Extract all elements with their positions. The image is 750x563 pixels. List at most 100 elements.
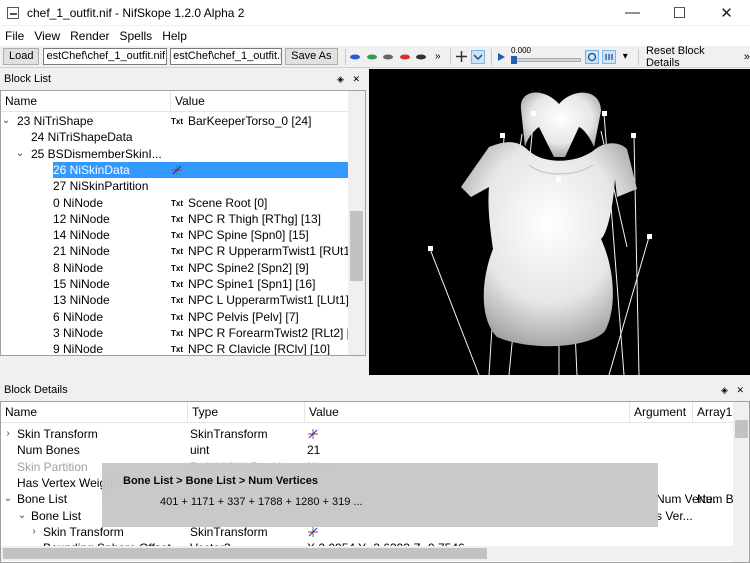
dot-green-icon[interactable] (365, 50, 379, 64)
block-list-row[interactable]: 21 NiNode Txt NPC R UpperarmTwist1 [RUt1] (1, 243, 353, 259)
block-value-text: NPC Spine1 [Spn1] [16] (188, 277, 316, 291)
expand-arrow-icon[interactable]: ⌄ (1, 113, 11, 129)
toolbar-more-icon[interactable]: » (744, 51, 750, 63)
txt-icon: Txt (171, 312, 183, 322)
detail-type: SkinTransform (190, 427, 268, 441)
menu-spells[interactable]: Spells (115, 29, 158, 43)
small-more-icon[interactable]: » (431, 50, 445, 64)
time-slider-handle[interactable] (510, 55, 517, 64)
expand-arrow-icon[interactable]: › (3, 426, 13, 442)
detail-row[interactable]: Num Bones uint 21 (1, 442, 734, 458)
block-list-dock-buttons[interactable]: ◈ ✕ (337, 70, 363, 88)
txt-icon: Txt (171, 296, 183, 306)
block-details-title: Block Details (4, 384, 68, 396)
block-list-scrollbar[interactable] (348, 91, 365, 355)
header-detail-name[interactable]: Name (1, 402, 188, 423)
block-details-hscrollbar[interactable] (1, 546, 733, 561)
block-details-scrollbar[interactable] (733, 402, 749, 562)
maximize-button[interactable]: ☐ (656, 0, 703, 25)
anim-dropdown-icon[interactable]: ▾ (619, 50, 633, 64)
block-name: 27 NiSkinPartition (53, 179, 149, 194)
block-list-row[interactable]: 6 NiNode Txt NPC Pelvis [Pelv] [7] (1, 309, 349, 325)
close-button[interactable]: ✕ (703, 0, 750, 25)
num-vertices-tooltip: Bone List > Bone List > Num Vertices 401… (102, 463, 658, 527)
expand-arrow-icon[interactable]: ⌄ (17, 508, 27, 524)
block-list-row[interactable]: 9 NiNode Txt NPC R Clavicle [RClv] [10] (1, 341, 349, 355)
dot-dark-icon[interactable] (414, 50, 428, 64)
block-value-text: NPC Spine [Spn0] [15] (188, 228, 309, 243)
txt-icon: Txt (171, 280, 183, 289)
expand-arrow-icon[interactable]: ⌄ (3, 491, 13, 507)
expand-arrow-icon[interactable]: › (29, 524, 39, 540)
block-list-row[interactable]: 12 NiNode Txt NPC R Thigh [RThg] [13] (1, 211, 349, 227)
loop-icon[interactable] (585, 49, 599, 64)
switch-icon[interactable] (601, 49, 616, 64)
block-value-text: NPC Pelvis [Pelv] [7] (188, 309, 299, 324)
txt-icon: Txt (171, 247, 183, 257)
block-list-row[interactable]: 3 NiNode Txt NPC R ForearmTwist2 [RLt2] [4 (1, 325, 357, 341)
block-list-row[interactable]: 8 NiNode Txt NPC Spine2 [Spn2] [9] (1, 260, 349, 276)
detail-row[interactable]: › Skin Transform SkinTransform (1, 426, 734, 442)
toolbar-separator (344, 48, 346, 65)
block-list-tree[interactable]: Name Value ⌄ 23 NiTriShape Txt BarKeeperTor… (0, 90, 366, 356)
block-list-row[interactable]: 0 NiNode Txt Scene Root [0] (1, 195, 349, 211)
axes-icon (308, 526, 318, 537)
load-button[interactable]: Load (3, 48, 40, 65)
block-name: 26 NiSkinData (53, 161, 349, 178)
block-value-text: NPC R ForearmTwist2 [RLt2] [4 (188, 325, 357, 340)
reset-block-details-button[interactable]: Reset Block Details (646, 45, 738, 69)
block-list-row[interactable]: 24 NiTriShapeData (1, 129, 349, 145)
minimize-button[interactable]: — (609, 0, 656, 25)
block-value: Txt NPC Spine [Spn0] [15] (171, 227, 309, 243)
play-icon[interactable] (494, 50, 508, 64)
block-list-row[interactable]: 13 NiNode Txt NPC L UpperarmTwist1 [LUt1] (1, 292, 349, 308)
view-dropdown-icon[interactable] (470, 49, 485, 64)
detail-value: 21 (307, 443, 321, 458)
header-value[interactable]: Value (171, 91, 349, 112)
menu-render[interactable]: Render (65, 29, 114, 43)
block-list-dock-title: Block List ◈ ✕ (0, 70, 366, 88)
toolbar-separator (450, 48, 452, 65)
load-path-field[interactable]: estChef\chef_1_outfit.nif (43, 48, 168, 65)
header-name[interactable]: Name (1, 91, 171, 112)
block-details-scroll-thumb[interactable] (735, 420, 748, 438)
block-list-row[interactable]: 15 NiNode Txt NPC Spine1 [Spn1] [16] (1, 276, 349, 292)
block-list-row[interactable]: 27 NiSkinPartition (1, 178, 349, 194)
expand-arrow-icon[interactable]: ⌄ (15, 146, 25, 162)
txt-icon: Txt (171, 345, 183, 355)
time-slider[interactable]: 0.000 (510, 46, 581, 66)
menu-view[interactable]: View (29, 29, 65, 43)
menu-help[interactable]: Help (157, 29, 192, 43)
menu-file[interactable]: File (0, 29, 29, 43)
block-list-row[interactable]: 26 NiSkinData (1, 161, 349, 178)
tooltip-values: 401 + 1171 + 337 + 1788 + 1280 + 319 ... (160, 496, 363, 508)
save-path-field[interactable]: estChef\chef_1_outfit.nif (170, 48, 283, 65)
block-list-scroll-thumb[interactable] (350, 211, 363, 281)
block-list-row[interactable]: 14 NiNode Txt NPC Spine [Spn0] [15] (1, 227, 349, 243)
toolbar: Load estChef\chef_1_outfit.nif estChef\c… (0, 45, 750, 69)
block-list-row[interactable]: ⌄ 25 BSDismemberSkinI... (1, 146, 349, 162)
header-detail-array1[interactable]: Array1 (693, 402, 734, 423)
header-detail-type[interactable]: Type (188, 402, 305, 423)
detail-value (307, 426, 632, 442)
block-details-header: Name Type Value Argument Array1 (1, 402, 734, 423)
block-details-hscroll-thumb[interactable] (3, 548, 487, 559)
save-as-button[interactable]: Save As (285, 48, 338, 65)
time-slider-track (510, 57, 581, 62)
block-name: 8 NiNode (53, 260, 104, 275)
dot-red-icon[interactable] (398, 50, 412, 64)
toolbar-separator (490, 48, 492, 65)
dot-gray-icon[interactable] (381, 50, 395, 64)
block-value-text: NPC Spine2 [Spn2] [9] (188, 260, 309, 275)
app-icon (7, 6, 19, 19)
block-list-row[interactable]: ⌄ 23 NiTriShape Txt BarKeeperTorso_0 [24] (1, 113, 349, 129)
window-title: chef_1_outfit.nif - NifSkope 1.2.0 Alpha… (27, 5, 245, 20)
move-icon[interactable] (454, 50, 468, 64)
block-details-dock-buttons[interactable]: ◈ ✕ (721, 381, 747, 399)
outfit-model (428, 92, 652, 375)
render-viewport[interactable] (369, 69, 750, 375)
header-detail-value[interactable]: Value (305, 402, 630, 423)
block-name: 0 NiNode (53, 195, 104, 210)
dot-blue-icon[interactable] (348, 50, 362, 64)
header-detail-argument[interactable]: Argument (630, 402, 693, 423)
